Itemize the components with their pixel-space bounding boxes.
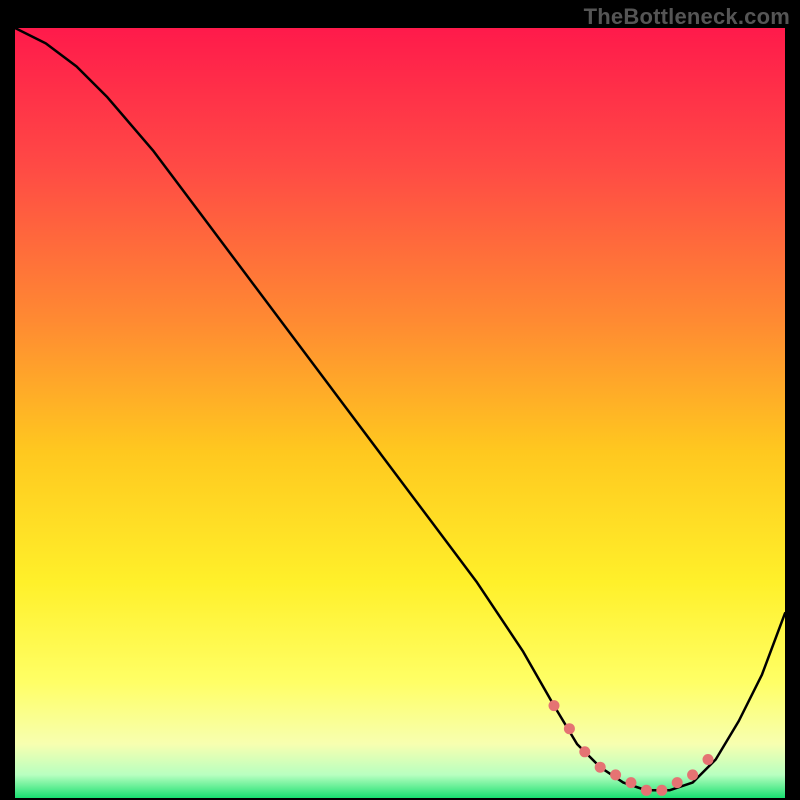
marker-point (595, 762, 606, 773)
marker-point (610, 769, 621, 780)
marker-point (626, 777, 637, 788)
watermark-label: TheBottleneck.com (584, 4, 790, 30)
marker-point (687, 769, 698, 780)
bottleneck-curve-plot (15, 28, 785, 798)
marker-point (703, 754, 714, 765)
marker-point (579, 746, 590, 757)
marker-point (656, 785, 667, 796)
marker-point (641, 785, 652, 796)
marker-point (564, 723, 575, 734)
gradient-background (15, 28, 785, 798)
marker-point (672, 777, 683, 788)
marker-point (549, 700, 560, 711)
